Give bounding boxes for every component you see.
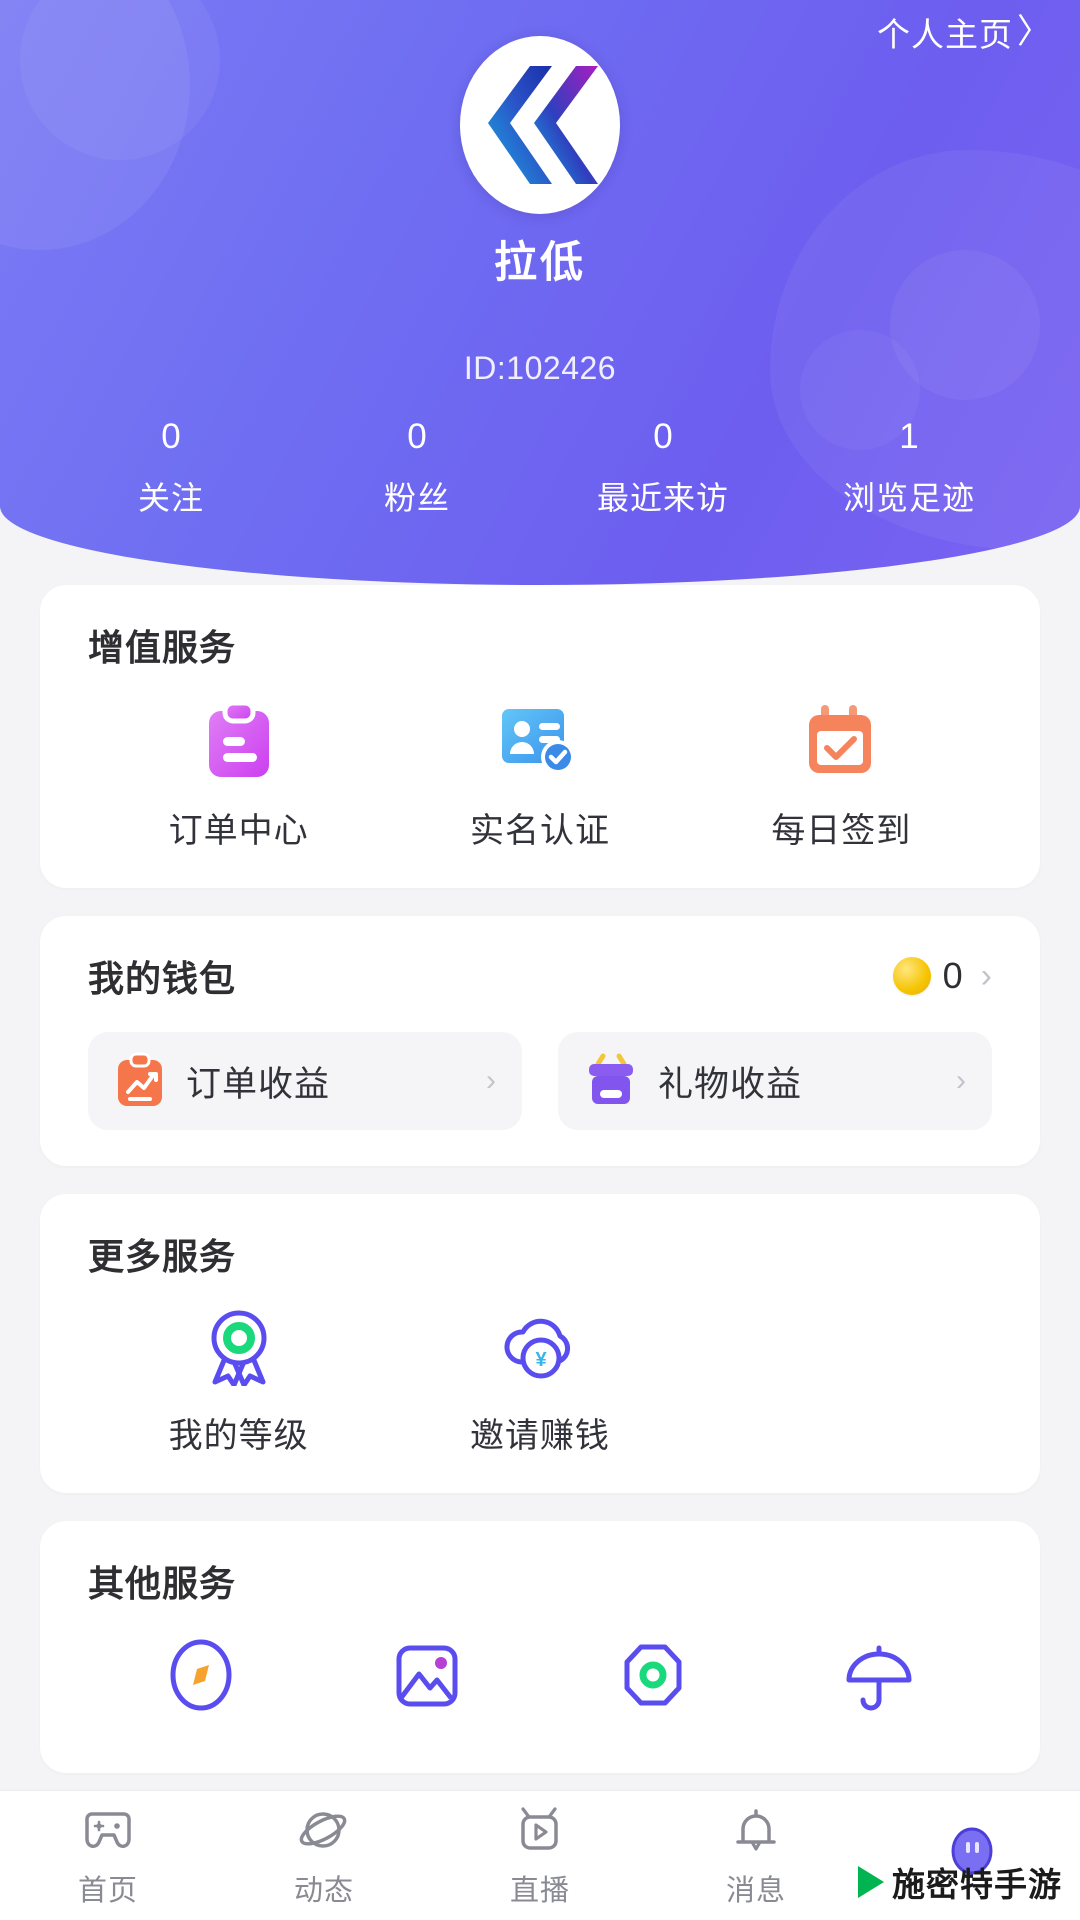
wallet-action-label: 订单收益 (186, 1064, 331, 1104)
avatar[interactable] (460, 36, 620, 214)
wallet-action-label: 礼物收益 (658, 1064, 803, 1104)
bell-icon (730, 1803, 782, 1857)
service-label: 每日签到 (771, 812, 912, 850)
stat-value: 0 (653, 417, 673, 456)
user-id: ID:102426 (463, 350, 617, 386)
decorative-blob (0, 0, 190, 250)
service-order-center[interactable]: 订单中心 (88, 701, 389, 852)
more-services-card: 更多服务 我的等级 ¥ 邀请赚钱 (40, 1194, 1040, 1493)
tab-label: 消息 (725, 1874, 786, 1907)
tv-play-icon (514, 1803, 566, 1857)
other-services-title: 其他服务 (88, 1563, 237, 1604)
service-my-level[interactable]: 我的等级 (88, 1306, 389, 1457)
personal-homepage-label: 个人主页 (877, 16, 1013, 53)
service-daily-checkin[interactable]: 每日签到 (691, 701, 992, 852)
service-insurance[interactable] (766, 1635, 992, 1737)
service-discover[interactable] (88, 1635, 314, 1737)
clipboard-icon (203, 701, 275, 781)
stat-label: 最近来访 (596, 479, 729, 516)
tab-moments[interactable]: 动态 (216, 1803, 432, 1909)
stat-recent-visitors[interactable]: 0 最近来访 (540, 415, 786, 519)
service-label: 实名认证 (469, 812, 610, 850)
stat-label: 关注 (137, 479, 204, 516)
wallet-header[interactable]: 我的钱包 0 › (88, 950, 992, 1002)
watermark: 施密特手游 (858, 1858, 1062, 1906)
stat-label: 粉丝 (383, 479, 450, 516)
wallet-card: 我的钱包 0 › 订单收益 › 礼物收益 › (40, 916, 1040, 1166)
play-triangle-icon (858, 1866, 884, 1898)
image-icon (387, 1635, 467, 1715)
service-invite-earn[interactable]: ¥ 邀请赚钱 (389, 1306, 690, 1457)
more-services-grid: 我的等级 ¥ 邀请赚钱 (88, 1306, 992, 1457)
gamepad-icon (82, 1803, 134, 1857)
chevron-right-icon: › (980, 957, 992, 995)
wallet-order-income-button[interactable]: 订单收益 › (88, 1032, 522, 1130)
tab-live[interactable]: 直播 (432, 1803, 648, 1909)
medal-icon (201, 1306, 277, 1386)
cloud-yuan-icon: ¥ (497, 1306, 583, 1386)
personal-homepage-link[interactable]: 个人主页 〉 (877, 8, 1052, 56)
stat-value: 0 (407, 417, 427, 456)
stats-row: 0 关注 0 粉丝 0 最近来访 1 浏览足迹 (0, 415, 1080, 519)
stat-fans[interactable]: 0 粉丝 (294, 415, 540, 519)
other-services-card: 其他服务 (40, 1521, 1040, 1773)
more-services-spacer (691, 1306, 992, 1457)
tab-label: 首页 (77, 1874, 138, 1907)
tab-home[interactable]: 首页 (0, 1803, 216, 1909)
more-services-title: 更多服务 (88, 1236, 237, 1277)
value-added-services-grid: 订单中心 实名认证 每日签到 (88, 701, 992, 852)
service-album[interactable] (314, 1635, 540, 1737)
wallet-actions: 订单收益 › 礼物收益 › (88, 1032, 992, 1130)
value-added-services-title: 增值服务 (88, 627, 237, 668)
planet-icon (298, 1803, 350, 1857)
coin-icon (892, 957, 931, 995)
nickname: 拉低 (494, 239, 586, 287)
profile-header: 个人主页 〉 拉低 ID:102426 0 关注 0 粉丝 0 最近来访 1 浏… (0, 0, 1080, 585)
compass-icon (161, 1635, 241, 1715)
umbrella-icon (839, 1635, 919, 1715)
tab-label: 动态 (293, 1874, 354, 1907)
stat-following[interactable]: 0 关注 (48, 415, 294, 519)
service-label: 邀请赚钱 (469, 1417, 610, 1455)
decorative-blob (20, 0, 220, 160)
stat-value: 1 (899, 417, 919, 456)
service-security[interactable] (540, 1635, 766, 1737)
tab-label: 直播 (509, 1874, 570, 1907)
stat-value: 0 (161, 417, 181, 456)
service-label: 订单中心 (168, 812, 309, 850)
watermark-text: 施密特手游 (892, 1866, 1062, 1903)
wallet-gift-income-button[interactable]: 礼物收益 › (558, 1032, 992, 1130)
kk-logo-icon (488, 66, 598, 184)
content-area: 增值服务 订单中心 实名认证 每日签到 我的钱包 0 › 订单收益 › 礼物收益… (0, 585, 1080, 1801)
wallet-title: 我的钱包 (88, 958, 237, 999)
tab-messages[interactable]: 消息 (648, 1803, 864, 1909)
octagon-shield-icon (613, 1635, 693, 1715)
chevron-right-icon: › (956, 1064, 966, 1097)
wallet-balance[interactable]: 0 › (892, 955, 992, 997)
other-services-grid (88, 1635, 992, 1737)
order-income-icon (118, 1052, 162, 1106)
gift-income-icon (589, 1053, 633, 1104)
svg-text:¥: ¥ (535, 1349, 547, 1371)
stat-browse-history[interactable]: 1 浏览足迹 (786, 415, 1032, 519)
calendar-check-icon (803, 701, 879, 781)
coin-value: 0 (942, 955, 963, 996)
service-real-name-verification[interactable]: 实名认证 (389, 701, 690, 852)
service-label: 我的等级 (168, 1417, 309, 1455)
chevron-right-icon: › (486, 1064, 496, 1097)
value-added-services-card: 增值服务 订单中心 实名认证 每日签到 (40, 585, 1040, 888)
id-card-verified-icon (498, 701, 582, 781)
chevron-right-icon: 〉 (1017, 13, 1052, 51)
stat-label: 浏览足迹 (842, 479, 975, 516)
